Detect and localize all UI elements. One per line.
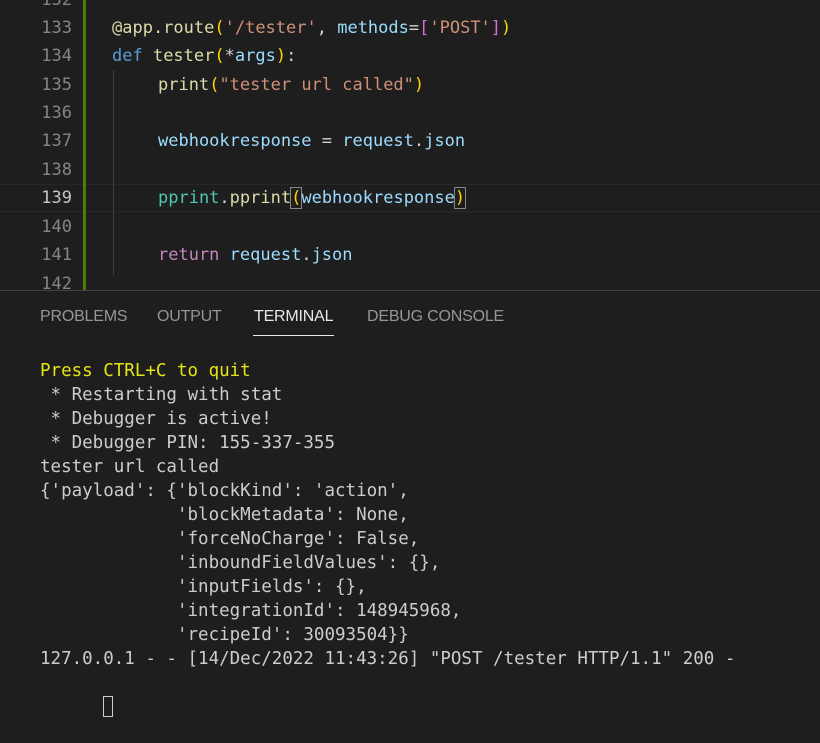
terminal-line: tester url called: [40, 457, 220, 477]
code-token: =: [311, 131, 343, 151]
code-token: def: [112, 46, 153, 66]
code-text: print("tester url called"): [158, 71, 424, 99]
code-token: ): [453, 187, 467, 209]
code-text: @app.route('/tester', methods=['POST']): [112, 14, 511, 42]
terminal-line: {'payload': {'blockKind': 'action',: [40, 481, 409, 501]
terminal-line: 'blockMetadata': None,: [40, 505, 409, 525]
code-line[interactable]: 134 def tester(*args):: [0, 42, 820, 70]
code-text: pprint.pprint(webhookresponse): [158, 184, 467, 212]
code-line[interactable]: 137 webhookresponse = request.json: [0, 127, 820, 155]
line-number: 139: [41, 188, 72, 208]
line-number: 132: [41, 0, 72, 10]
line-number: 142: [41, 274, 72, 290]
code-line[interactable]: 142: [0, 270, 820, 290]
code-token: @app.route: [112, 18, 215, 38]
terminal-cursor: [103, 695, 114, 717]
terminal-line: 'inputFields': {},: [40, 577, 367, 597]
tab-debug-console[interactable]: DEBUG CONSOLE: [367, 308, 504, 326]
code-token: ): [275, 46, 287, 66]
bottom-panel: PROBLEMS OUTPUT TERMINAL DEBUG CONSOLE P…: [0, 290, 820, 717]
terminal-prompt-line[interactable]: [40, 671, 820, 717]
code-token: pprint: [158, 188, 220, 208]
terminal-line: * Restarting with stat: [40, 385, 283, 405]
code-line-active[interactable]: 139 pprint.pprint(webhookresponse): [0, 184, 820, 212]
line-number: 135: [41, 75, 72, 95]
code-text: webhookresponse = request.json: [158, 127, 465, 155]
code-line[interactable]: 135 print("tester url called"): [0, 71, 820, 99]
code-token: .: [219, 188, 230, 208]
code-token: args: [234, 46, 276, 66]
code-token: ]: [490, 18, 502, 38]
terminal-line: Press CTRL+C to quit: [40, 361, 251, 381]
code-token: '/tester': [224, 18, 317, 38]
code-token: (: [290, 187, 303, 209]
code-token: (: [209, 75, 220, 95]
code-line[interactable]: 132: [0, 0, 820, 14]
code-token: webhookresponse: [301, 188, 455, 208]
line-number: 140: [41, 217, 72, 237]
code-token: :: [286, 46, 297, 66]
code-token: .: [413, 131, 425, 151]
line-number: 137: [41, 131, 72, 151]
tab-problems[interactable]: PROBLEMS: [40, 308, 128, 326]
line-number: 136: [41, 103, 72, 123]
code-token: *: [224, 46, 235, 66]
panel-tabs: PROBLEMS OUTPUT TERMINAL DEBUG CONSOLE: [0, 291, 820, 339]
code-line[interactable]: 138: [0, 156, 820, 184]
code-token: =: [408, 18, 420, 38]
code-token: tester: [152, 46, 215, 66]
code-token: ): [413, 75, 425, 95]
code-token: (: [214, 46, 225, 66]
active-tab-indicator: [253, 335, 334, 336]
code-token: json: [424, 131, 466, 151]
code-token: "tester url called": [219, 75, 414, 95]
code-token: return: [158, 245, 230, 265]
code-text: def tester(*args):: [112, 42, 296, 70]
code-token: .: [301, 245, 312, 265]
terminal-line: 'integrationId': 148945968,: [40, 601, 462, 621]
code-token: ): [501, 18, 512, 38]
code-token: webhookresponse: [158, 131, 312, 151]
line-number: 138: [41, 160, 72, 180]
code-token: request: [342, 131, 414, 151]
tab-terminal[interactable]: TERMINAL: [254, 308, 334, 326]
code-token: print: [158, 75, 210, 95]
code-token: [: [419, 18, 430, 38]
terminal-output[interactable]: Press CTRL+C to quit * Restarting with s…: [40, 359, 820, 717]
terminal-line: 'inboundFieldValues': {},: [40, 553, 441, 573]
terminal-line: * Debugger is active!: [40, 409, 272, 429]
code-line[interactable]: 141 return request.json: [0, 241, 820, 269]
terminal-line: 'recipeId': 30093504}}: [40, 625, 409, 645]
code-editor[interactable]: 132 133 @app.route('/tester', methods=['…: [0, 0, 820, 290]
code-token: methods: [337, 18, 409, 38]
code-token: (: [214, 18, 225, 38]
terminal-line: 'forceNoCharge': False,: [40, 529, 420, 549]
tab-output[interactable]: OUTPUT: [157, 308, 222, 326]
code-line[interactable]: 133 @app.route('/tester', methods=['POST…: [0, 14, 820, 42]
code-token: request: [229, 245, 302, 265]
code-text: return request.json: [158, 241, 353, 269]
line-number: 141: [41, 245, 72, 265]
code-line[interactable]: 136: [0, 99, 820, 127]
line-number: 133: [41, 18, 72, 38]
code-token: 'POST': [429, 18, 491, 38]
code-token: ,: [316, 18, 338, 38]
code-line[interactable]: 140: [0, 213, 820, 241]
code-token: pprint: [229, 188, 292, 208]
terminal-line: 127.0.0.1 - - [14/Dec/2022 11:43:26] "PO…: [40, 649, 736, 669]
code-token: json: [311, 245, 353, 265]
terminal-line: * Debugger PIN: 155-337-355: [40, 433, 336, 453]
line-number: 134: [41, 46, 72, 66]
